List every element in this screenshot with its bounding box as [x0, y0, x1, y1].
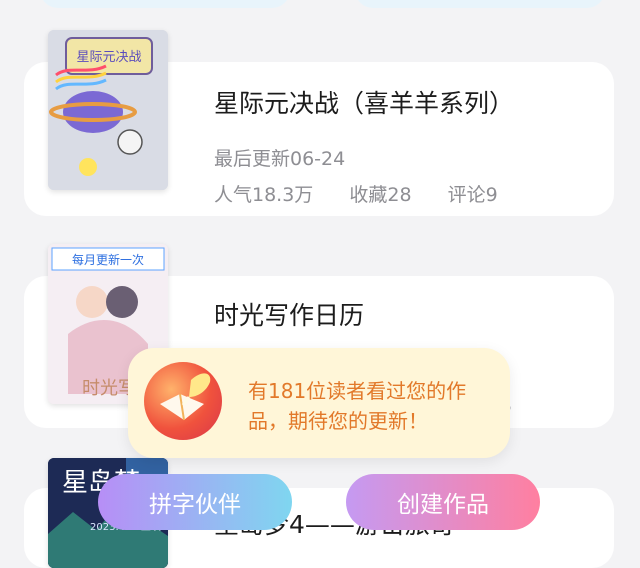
word-partner-button[interactable]: 拼字伙伴 [98, 474, 292, 530]
popularity-count: 人气18.3万 [214, 184, 314, 206]
toast-message: 有181位读者看过您的作品，期待您的更新！ [248, 379, 467, 433]
favorites-count: 收藏28 [349, 184, 412, 206]
comments-count: 评论9 [447, 184, 498, 206]
book-cover-1[interactable]: 星际元决战 [48, 30, 168, 190]
previous-card-right-peek [355, 0, 605, 8]
cover-top-text: 每月更新一次 [72, 252, 144, 267]
book-stats-1: 人气18.3万 收藏28 评论9 [214, 180, 528, 207]
create-work-button[interactable]: 创建作品 [346, 474, 540, 530]
cover-title-text: 星际元决战 [76, 50, 141, 65]
book-title-2[interactable]: 时光写作日历 [214, 296, 364, 332]
book-quill-icon [144, 362, 222, 440]
book-title-1[interactable]: 星际元决战（喜羊羊系列） [214, 84, 514, 120]
previous-card-left-peek [40, 0, 290, 8]
reader-toast: 有181位读者看过您的作品，期待您的更新！ [128, 348, 510, 458]
book-updated-1: 最后更新06-24 [214, 148, 346, 170]
